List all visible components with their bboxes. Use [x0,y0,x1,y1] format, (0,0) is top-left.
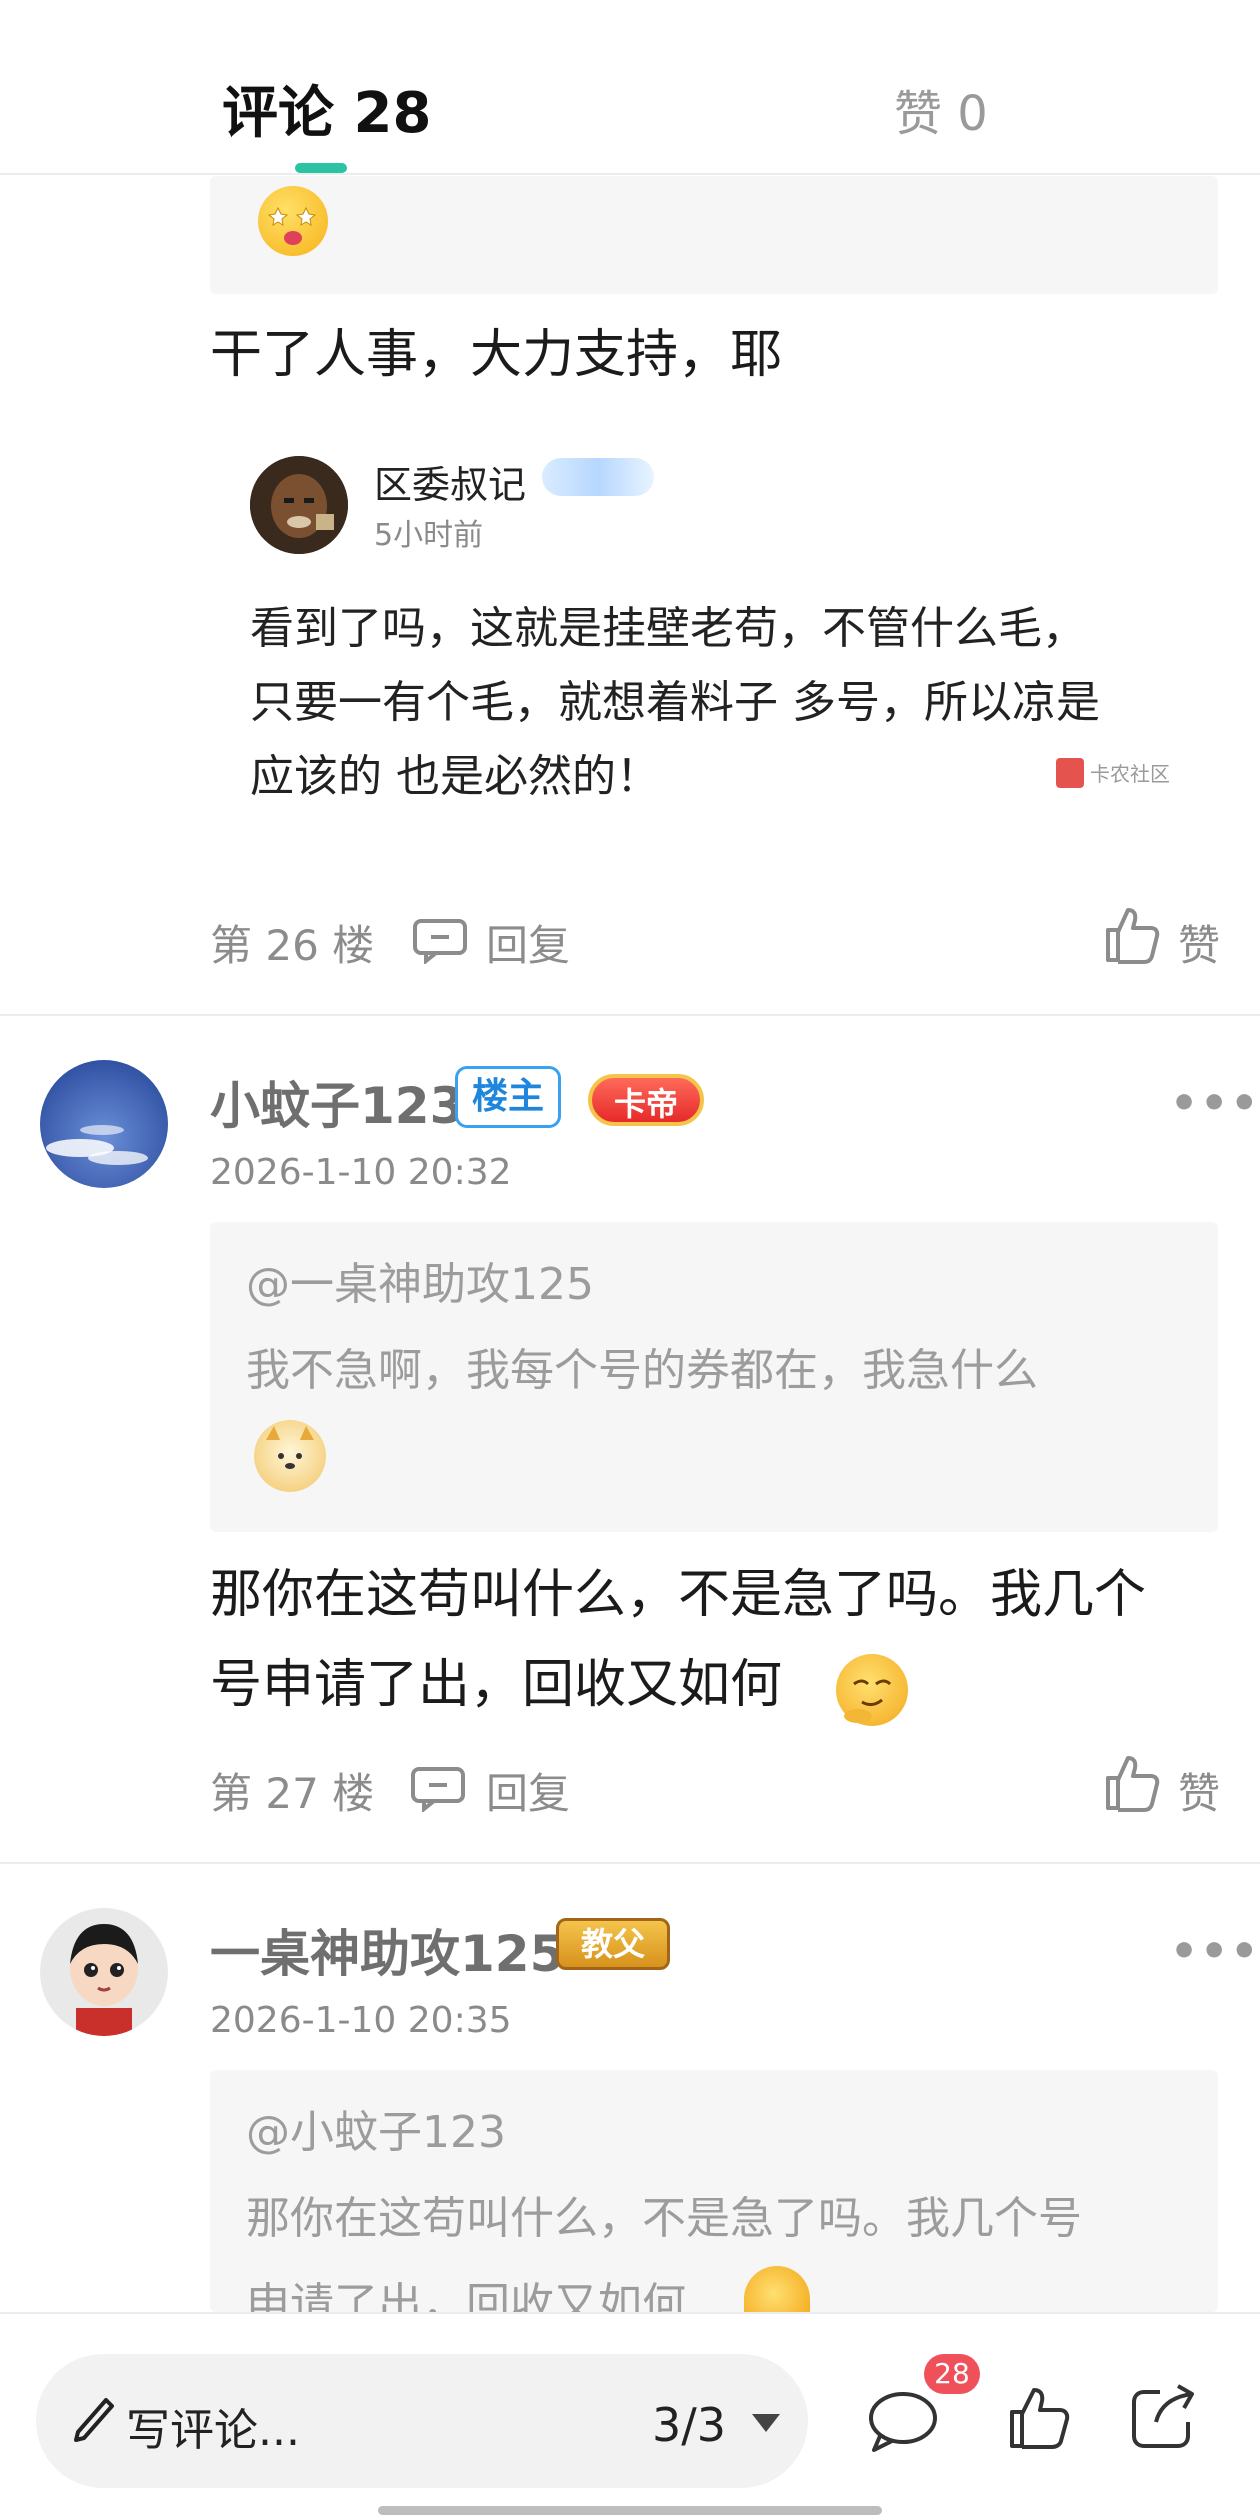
thumb-up-icon [1106,908,1160,964]
page-indicator[interactable]: 3/3 [652,2398,726,2452]
bottom-action-bar: 写评论... 3/3 28 [0,2312,1260,2520]
comment-line: 那你在这苟叫什么，不是急了吗。我几个 [210,1565,1147,1625]
comment-tabs: 评论 28 赞 0 [0,0,1260,175]
smirk-emoji-icon [836,1654,908,1726]
watermark-text: 卡农社区 [1090,762,1170,786]
reply-label[interactable]: 回复 [486,1760,570,1821]
reply-line: 只要一有个毛，就想着料子 多号，所以凉是 [250,677,1100,728]
pencil-icon [74,2398,114,2442]
like-post-button[interactable] [1008,2384,1070,2454]
avatar[interactable] [40,1908,168,2036]
share-button[interactable] [1130,2382,1198,2454]
quote-mention[interactable]: @小蚊子123 [246,2090,506,2176]
user-level-badge-icon [542,458,654,496]
like-button[interactable] [1104,904,1160,968]
tab-comments[interactable]: 评论 28 [222,68,431,149]
timestamp: 2026-1-10 20:35 [210,2000,512,2041]
comment-body: 干了人事，大力支持，耶 [210,325,783,385]
active-tab-indicator [295,163,347,173]
divider [0,1862,1260,1864]
comment-line: 号申请了出，回收又如何 [210,1640,1146,1730]
comment-count-badge: 28 [924,2354,980,2394]
username[interactable]: 小蚊子123 [210,1066,464,1138]
watermark-logo-icon [1056,758,1084,788]
reply-icon [411,1767,465,1814]
comment-bubble-icon [869,2392,937,2452]
reply-line: 应该的 也是必然的！ [250,751,660,802]
more-options-icon[interactable]: ••• [1170,1078,1260,1129]
avatar[interactable] [250,456,348,554]
star-eyes-emoji-icon [258,186,328,256]
comments-button[interactable] [866,2388,940,2458]
reply-username[interactable]: 区委叔记 [374,454,526,509]
like-label[interactable]: 赞 [1178,1760,1220,1821]
share-icon [1132,2384,1194,2448]
dropdown-triangle-icon[interactable] [750,2412,782,2434]
reply-button[interactable] [412,918,468,968]
reply-label[interactable]: 回复 [486,912,570,973]
reply-button[interactable] [410,1766,466,1816]
floor-number: 第 26 楼 [210,921,375,970]
write-comment-input[interactable]: 写评论... 3/3 [36,2354,808,2488]
reply-text: 看到了吗，这就是挂壁老苟，不管什么毛， 只要一有个毛，就想着料子 多号，所以凉是… [250,592,1100,814]
like-button[interactable] [1104,1752,1160,1816]
home-indicator[interactable] [378,2506,882,2515]
like-label[interactable]: 赞 [1178,912,1220,973]
owner-badge: 楼主 [455,1066,562,1128]
username[interactable]: 一桌神助攻125 [210,1914,564,1986]
rank-badge: 教父 [556,1918,671,1970]
quote-mention[interactable]: @一桌神助攻125 [246,1242,594,1328]
comment-body: 那你在这苟叫什么，不是急了吗。我几个 号申请了出，回收又如何 [210,1550,1146,1730]
thumb-up-icon [1106,1756,1160,1812]
write-comment-placeholder: 写评论... [126,2405,300,2456]
quote-text: 我不急啊，我每个号的券都在，我急什么 [246,1345,1038,1396]
reply-icon [413,919,467,966]
divider [0,1014,1260,1016]
reply-time: 5小时前 [374,518,484,553]
avatar[interactable] [40,1060,168,1188]
more-options-icon[interactable]: ••• [1170,1926,1260,1977]
quote-box [210,176,1218,294]
tab-likes[interactable]: 赞 0 [894,74,988,144]
reply-line: 看到了吗，这就是挂壁老苟，不管什么毛， [250,603,1086,654]
comment-line-text: 号申请了出，回收又如何 [210,1655,783,1715]
thumb-up-icon [1010,2388,1070,2449]
timestamp: 2026-1-10 20:32 [210,1152,512,1193]
rank-badge: 卡帝 [588,1074,705,1126]
doge-emoji-icon [254,1420,326,1492]
quote-line: 那你在这苟叫什么，不是急了吗。我几个号 [246,2193,1082,2244]
floor-number: 第 27 楼 [210,1769,375,1818]
